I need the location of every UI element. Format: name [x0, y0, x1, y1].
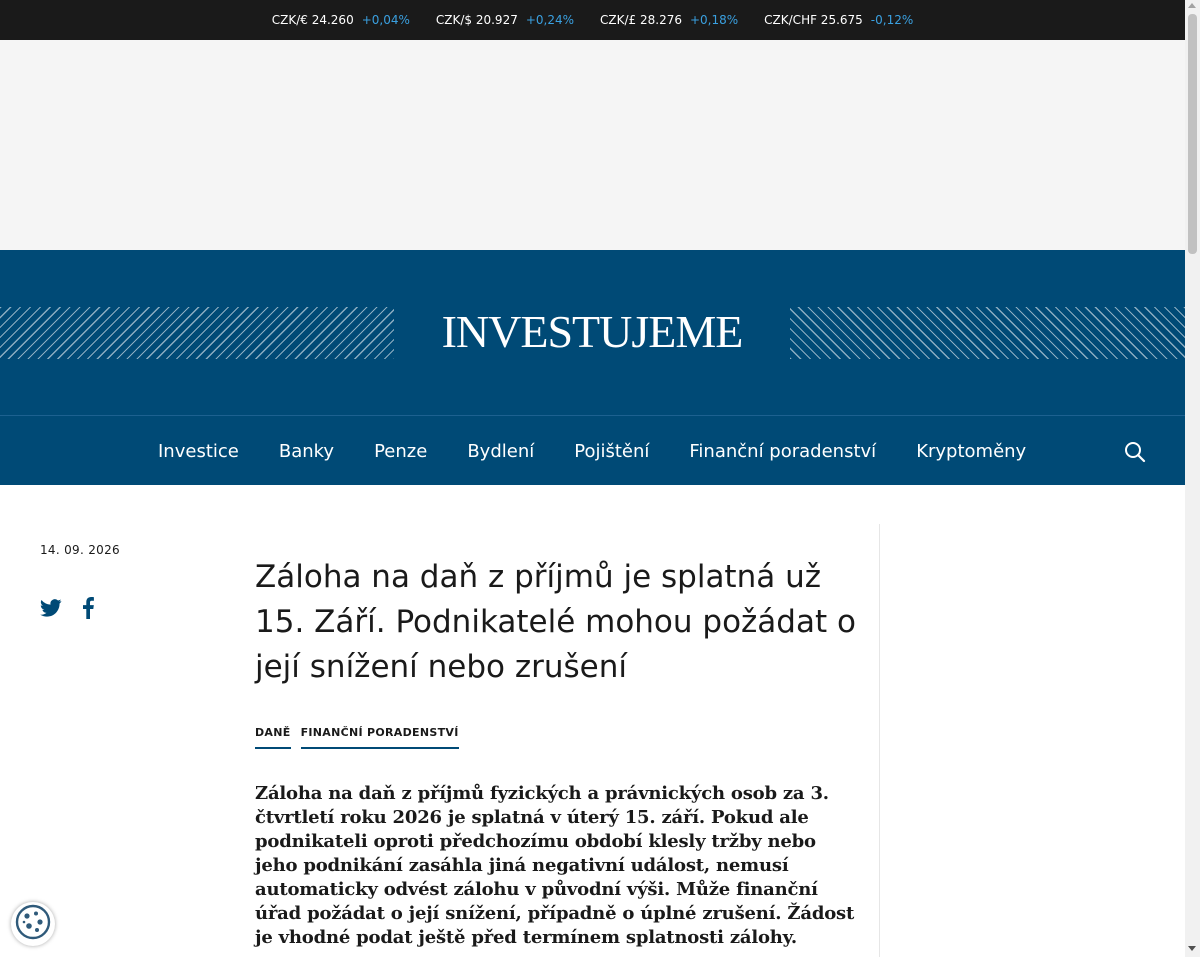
nav-item-bydleni[interactable]: Bydlení [447, 441, 554, 462]
nav-item-penze[interactable]: Penze [354, 441, 447, 462]
article-lead: Záloha na daň z příjmů fyzických a právn… [255, 783, 855, 948]
nav-item-pojisteni[interactable]: Pojištění [554, 441, 669, 462]
nav-item-investice[interactable]: Investice [138, 441, 259, 462]
main-nav: Investice Banky Penze Bydlení Pojištění … [0, 415, 1185, 485]
currency-ticker: CZK/€ 24.260 +0,04% CZK/$ 20.927 +0,24% … [0, 0, 1185, 40]
rate-pair: CZK/€ 24.260 [271, 13, 354, 27]
page-scrollbar[interactable] [1185, 0, 1200, 957]
search-icon[interactable] [1124, 441, 1146, 463]
facebook-icon[interactable] [82, 597, 94, 619]
rate-gbp: CZK/£ 28.276 +0,18% [600, 13, 738, 27]
rate-change: +0,04% [361, 13, 410, 27]
tag-financni-poradenstvi[interactable]: FINANČNÍ PORADENSTVÍ [300, 726, 459, 749]
scroll-up-arrow-icon[interactable] [1188, 3, 1196, 8]
ad-banner-area [0, 40, 1185, 250]
rate-change: +0,24% [525, 13, 575, 27]
scroll-thumb[interactable] [1188, 14, 1197, 254]
rate-pair: CZK/£ 28.276 [600, 13, 682, 27]
nav-item-financni-poradenstvi[interactable]: Finanční poradenství [669, 441, 896, 462]
rate-chf: CZK/CHF 25.675 -0,12% [764, 13, 913, 27]
rate-eur: CZK/€ 24.260 +0,04% [272, 13, 410, 27]
rate-change: +0,18% [689, 13, 739, 27]
rate-pair: CZK/CHF 25.675 [764, 13, 863, 27]
share-buttons [40, 597, 94, 619]
rate-usd: CZK/$ 20.927 +0,24% [436, 13, 574, 27]
cookie-icon [15, 904, 51, 944]
twitter-icon[interactable] [40, 599, 62, 617]
scroll-down-arrow-icon[interactable] [1188, 946, 1196, 951]
decorative-stripes-right [790, 307, 1185, 359]
article-date: 14. 09. 2026 [40, 543, 120, 557]
nav-item-banky[interactable]: Banky [259, 441, 354, 462]
rate-pair: CZK/$ 20.927 [435, 13, 518, 27]
rate-change: -0,12% [870, 13, 914, 27]
decorative-stripes-left [0, 307, 394, 359]
masthead: INVESTUJEME [0, 250, 1185, 415]
nav-item-kryptomeny[interactable]: Kryptoměny [896, 441, 1046, 462]
article-tags: DANĚ FINANČNÍ PORADENSTVÍ [255, 726, 459, 749]
sidebar-divider [879, 524, 880, 957]
cookie-settings-button[interactable] [11, 902, 55, 946]
site-logo[interactable]: INVESTUJEME [394, 302, 790, 362]
tag-dane[interactable]: DANĚ [255, 726, 291, 749]
article-title: Záloha na daň z příjmů je splatná už 15.… [255, 559, 856, 685]
